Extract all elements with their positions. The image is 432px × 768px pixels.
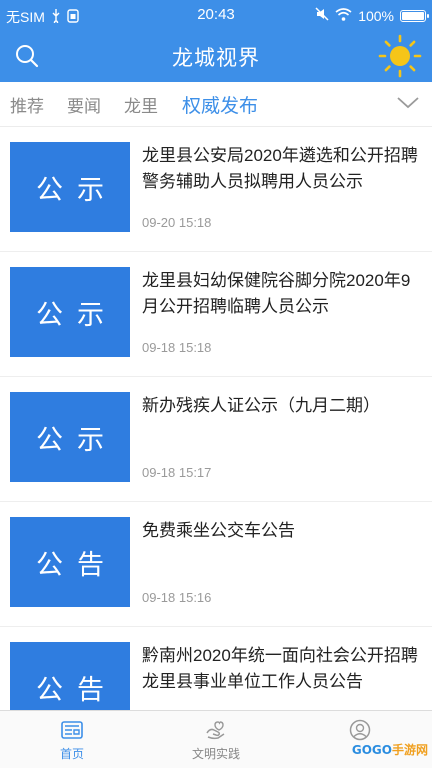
news-title[interactable]: 龙里县妇幼保健院谷脚分院2020年9月公开招聘临聘人员公示 (142, 268, 418, 320)
watermark: GOGO手游网 (352, 741, 428, 758)
status-right: 100% (315, 7, 429, 24)
category-tabs: 推荐 要闻 龙里 权威发布 (0, 82, 432, 126)
news-date: 09-18 15:16 (142, 590, 212, 605)
chevron-down-icon[interactable] (396, 94, 420, 112)
news-item[interactable]: 公示 龙里县妇幼保健院谷脚分院2020年9月公开招聘临聘人员公示 09-18 1… (0, 252, 432, 377)
nav-home-label: 首页 (59, 747, 84, 761)
news-title[interactable]: 黔南州2020年统一面向社会公开招聘龙里县事业单位工作人员公告 (142, 643, 418, 695)
news-item[interactable]: 公示 新办残疾人证公示（九月二期） 09-18 15:17 (0, 377, 432, 502)
news-title[interactable]: 新办残疾人证公示（九月二期） (142, 393, 418, 419)
news-item[interactable]: 公示 龙里县公安局2020年遴选和公开招聘警务辅助人员拟聘用人员公示 09-20… (0, 127, 432, 252)
news-thumbnail: 公告 (10, 642, 130, 710)
news-thumbnail: 公示 (10, 392, 130, 482)
app-header: 无SIM 20:43 100% 龙城视界 (0, 0, 432, 82)
tab-longli[interactable]: 龙里 (124, 92, 158, 117)
news-title[interactable]: 免费乘坐公交车公告 (142, 518, 418, 544)
tab-official-release[interactable]: 权威发布 (182, 91, 258, 118)
news-item[interactable]: 公告 免费乘坐公交车公告 09-18 15:16 (0, 502, 432, 627)
battery-percent: 100% (358, 7, 394, 24)
news-title[interactable]: 龙里县公安局2020年遴选和公开招聘警务辅助人员拟聘用人员公示 (142, 143, 418, 195)
wifi-icon (335, 7, 352, 24)
bottom-nav: 首页 文明实践 GOGO手游网 (0, 710, 432, 768)
news-thumbnail: 公告 (10, 517, 130, 607)
hands-icon (204, 719, 228, 741)
nav-profile[interactable] (288, 711, 432, 768)
tab-headlines[interactable]: 要闻 (67, 92, 101, 117)
title-bar: 龙城视界 (0, 30, 432, 82)
nav-civilization-label: 文明实践 (191, 747, 240, 761)
news-list[interactable]: 公示 龙里县公安局2020年遴选和公开招聘警务辅助人员拟聘用人员公示 09-20… (0, 127, 432, 710)
user-icon (348, 719, 372, 741)
news-thumbnail: 公示 (10, 142, 130, 232)
page-title: 龙城视界 (172, 47, 260, 70)
battery-icon (400, 9, 429, 22)
status-bar: 无SIM 20:43 100% (0, 0, 432, 30)
tab-recommend[interactable]: 推荐 (10, 92, 44, 117)
sun-icon[interactable] (378, 34, 422, 78)
watermark-suffix: 手游网 (391, 743, 428, 757)
news-thumbnail: 公示 (10, 267, 130, 357)
news-date: 09-20 15:18 (142, 215, 212, 230)
news-date: 09-18 15:17 (142, 465, 212, 480)
mute-icon (315, 7, 329, 24)
nav-civilization-practice[interactable]: 文明实践 (144, 711, 288, 768)
watermark-prefix: GOGO (351, 743, 392, 757)
news-item[interactable]: 公告 黔南州2020年统一面向社会公开招聘龙里县事业单位工作人员公告 (0, 627, 432, 710)
nav-home[interactable]: 首页 (0, 711, 144, 768)
news-icon (60, 719, 84, 741)
news-date: 09-18 15:18 (142, 340, 212, 355)
